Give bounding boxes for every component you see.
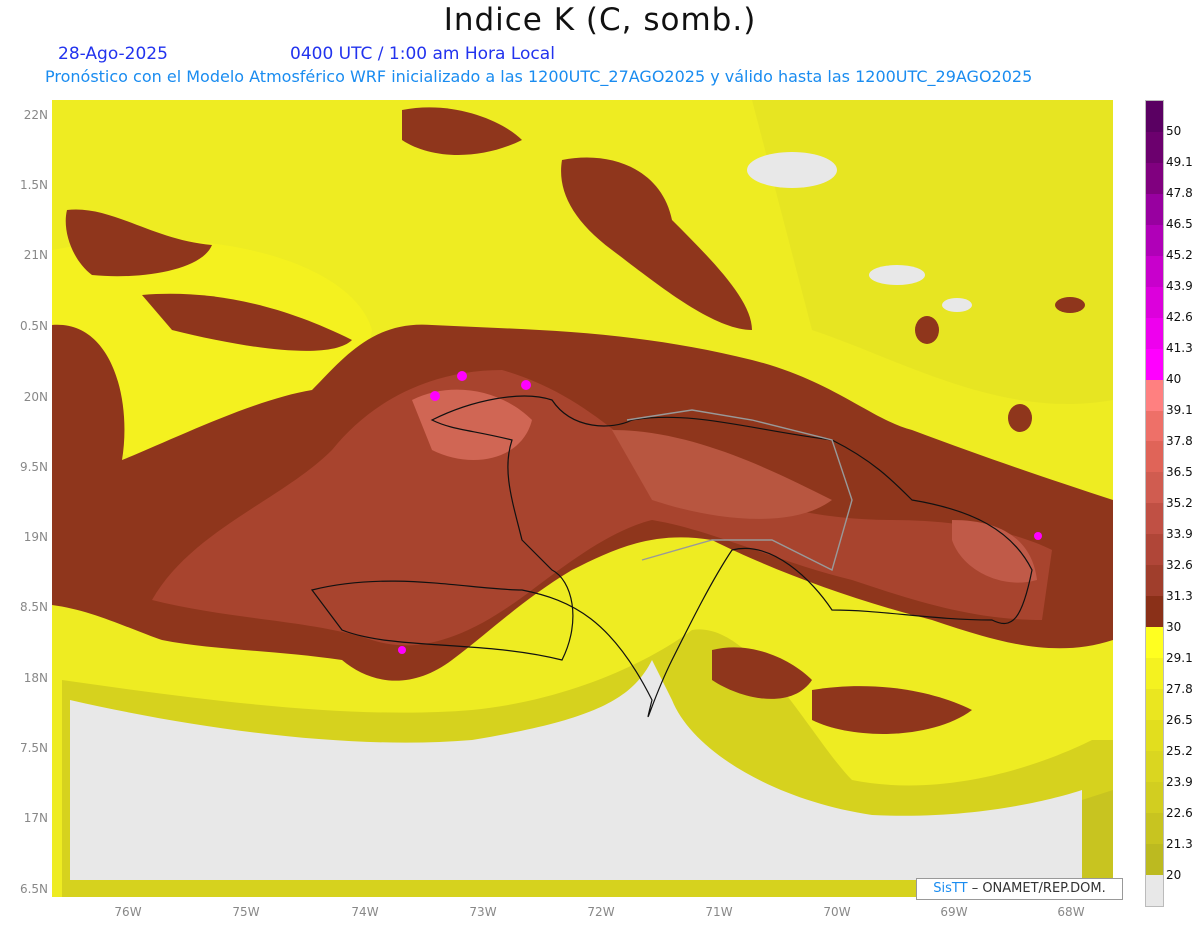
lon-label: 72W bbox=[587, 905, 615, 919]
lon-label: 76W bbox=[114, 905, 142, 919]
model-subtitle: Pronóstico con el Modelo Atmosférico WRF… bbox=[45, 67, 1033, 86]
legend-swatch bbox=[1146, 472, 1163, 504]
legend-label: 23.9 bbox=[1166, 775, 1193, 789]
legend-label: 37.8 bbox=[1166, 434, 1193, 448]
lat-label: 8.5N bbox=[19, 600, 48, 614]
legend-label: 46.5 bbox=[1166, 217, 1193, 231]
legend-label: 39.1 bbox=[1166, 403, 1193, 417]
legend-swatch bbox=[1146, 812, 1163, 844]
legend-swatch bbox=[1146, 751, 1163, 782]
legend-swatch bbox=[1146, 503, 1163, 535]
brand-logo: SisTT bbox=[933, 881, 968, 896]
legend-swatch bbox=[1146, 689, 1163, 721]
forecast-date: 28-Ago-2025 bbox=[58, 44, 168, 64]
lat-label: 7.5N bbox=[19, 741, 48, 755]
legend-swatch bbox=[1146, 720, 1163, 752]
legend-label: 30 bbox=[1166, 620, 1182, 634]
legend-swatch bbox=[1146, 596, 1163, 628]
legend-swatch bbox=[1146, 348, 1163, 380]
legend-swatch bbox=[1146, 843, 1163, 875]
legend-swatch bbox=[1146, 534, 1163, 566]
legend-swatch bbox=[1146, 193, 1163, 225]
legend-swatch bbox=[1146, 255, 1163, 287]
lat-label: 18N bbox=[23, 671, 48, 685]
lon-label: 75W bbox=[232, 905, 260, 919]
legend-label: 22.6 bbox=[1166, 806, 1193, 820]
legend-swatch bbox=[1146, 565, 1163, 597]
legend-swatch bbox=[1146, 781, 1163, 813]
legend-swatch bbox=[1146, 317, 1163, 349]
lon-label: 71W bbox=[705, 905, 733, 919]
legend-swatch bbox=[1146, 131, 1163, 163]
credit-text: – ONAMET/REP.DOM. bbox=[967, 881, 1106, 896]
lon-label: 73W bbox=[469, 905, 497, 919]
lat-label: 6.5N bbox=[19, 882, 48, 896]
legend-label: 49.1 bbox=[1166, 155, 1193, 169]
legend-label: 32.6 bbox=[1166, 558, 1193, 572]
legend-swatch bbox=[1146, 101, 1163, 132]
legend-label: 29.1 bbox=[1166, 651, 1193, 665]
legend-label: 35.2 bbox=[1166, 496, 1193, 510]
legend-label: 26.5 bbox=[1166, 713, 1193, 727]
lon-label: 74W bbox=[351, 905, 379, 919]
legend-label: 40 bbox=[1166, 372, 1182, 386]
lat-label: 20N bbox=[23, 390, 48, 404]
lat-label: 0.5N bbox=[19, 319, 48, 333]
legend-label: 43.9 bbox=[1166, 279, 1193, 293]
legend-swatch bbox=[1146, 286, 1163, 318]
lat-label: 17N bbox=[23, 811, 48, 825]
legend-label: 42.6 bbox=[1166, 310, 1193, 324]
lat-label: 19N bbox=[23, 530, 48, 544]
lat-label: 22N bbox=[23, 108, 48, 122]
legend-label: 45.2 bbox=[1166, 248, 1193, 262]
lon-label: 69W bbox=[940, 905, 968, 919]
k-index-map bbox=[52, 100, 1113, 897]
chart-title: Indice K (C, somb.) bbox=[443, 2, 757, 38]
forecast-time: 0400 UTC / 1:00 am Hora Local bbox=[290, 44, 555, 64]
color-legend-bar bbox=[1145, 100, 1164, 907]
lon-label: 68W bbox=[1057, 905, 1085, 919]
legend-label: 33.9 bbox=[1166, 527, 1193, 541]
legend-label: 25.2 bbox=[1166, 744, 1193, 758]
legend-swatch bbox=[1146, 162, 1163, 194]
lat-label: 9.5N bbox=[19, 460, 48, 474]
legend-swatch bbox=[1146, 627, 1163, 659]
legend-swatch bbox=[1146, 441, 1163, 473]
lon-label: 70W bbox=[823, 905, 851, 919]
legend-label: 41.3 bbox=[1166, 341, 1193, 355]
legend-label: 36.5 bbox=[1166, 465, 1193, 479]
legend-label: 47.8 bbox=[1166, 186, 1193, 200]
legend-swatch bbox=[1146, 874, 1163, 906]
legend-label: 20 bbox=[1166, 868, 1182, 882]
lat-label: 21N bbox=[23, 248, 48, 262]
lat-label: 1.5N bbox=[19, 178, 48, 192]
legend-label: 50 bbox=[1166, 124, 1182, 138]
legend-label: 27.8 bbox=[1166, 682, 1193, 696]
legend-swatch bbox=[1146, 410, 1163, 442]
legend-swatch bbox=[1146, 224, 1163, 256]
credit-box: SisTT – ONAMET/REP.DOM. bbox=[916, 878, 1123, 900]
legend-label: 21.3 bbox=[1166, 837, 1193, 851]
legend-swatch bbox=[1146, 379, 1163, 411]
legend-label: 31.3 bbox=[1166, 589, 1193, 603]
legend-swatch bbox=[1146, 658, 1163, 690]
